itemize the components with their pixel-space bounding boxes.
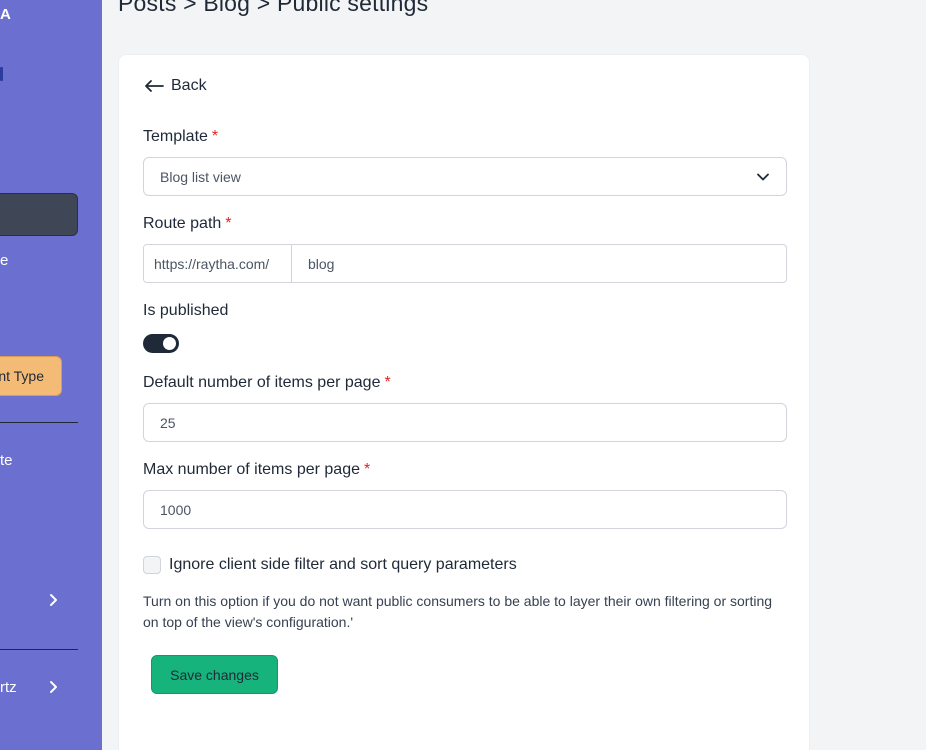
route-path-prefix: https://raytha.com/ bbox=[144, 245, 292, 282]
template-select[interactable]: Blog list view bbox=[143, 157, 787, 196]
route-path-label: Route path * bbox=[143, 215, 232, 232]
chevron-right-icon[interactable] bbox=[47, 680, 61, 694]
toggle-knob bbox=[163, 337, 176, 350]
max-items-input[interactable]: 1000 bbox=[143, 490, 787, 529]
chevron-right-icon[interactable] bbox=[47, 593, 61, 607]
required-marker: * bbox=[384, 374, 391, 391]
chevron-down-icon bbox=[757, 173, 769, 181]
sidebar-accent-mark bbox=[0, 67, 3, 81]
back-label: Back bbox=[171, 77, 207, 94]
is-published-toggle[interactable] bbox=[143, 334, 179, 353]
required-marker: * bbox=[225, 215, 232, 232]
sidebar-divider bbox=[0, 422, 78, 423]
sidebar-item-active[interactable] bbox=[0, 193, 78, 236]
route-path-input[interactable]: blog bbox=[292, 245, 786, 282]
route-path-group: https://raytha.com/ blog bbox=[143, 244, 787, 283]
sidebar-item-e[interactable]: e bbox=[0, 252, 8, 269]
create-content-type-button[interactable]: nt Type bbox=[0, 356, 62, 396]
page-title: Posts > Blog > Public settings bbox=[118, 0, 429, 16]
arrow-left-icon bbox=[145, 80, 164, 92]
public-settings-card: Back Template * Blog list view Route path… bbox=[118, 54, 810, 750]
template-label: Template * bbox=[143, 128, 219, 145]
max-items-label: Max number of items per page * bbox=[143, 461, 371, 478]
sidebar-divider bbox=[0, 649, 78, 650]
template-select-value: Blog list view bbox=[160, 168, 241, 185]
ignore-params-checkbox[interactable] bbox=[143, 556, 161, 574]
sidebar-brand: A bbox=[0, 6, 11, 23]
sidebar: A e nt Type te rtz bbox=[0, 0, 102, 750]
ignore-params-help: Turn on this option if you do not want p… bbox=[143, 593, 773, 630]
create-content-type-label: nt Type bbox=[0, 368, 44, 384]
max-items-value: 1000 bbox=[160, 501, 192, 518]
required-marker: * bbox=[211, 128, 219, 145]
sidebar-item-te[interactable]: te bbox=[0, 452, 13, 469]
back-link[interactable]: Back bbox=[143, 77, 207, 95]
default-items-label: Default number of items per page * bbox=[143, 374, 391, 391]
sidebar-item-user[interactable]: rtz bbox=[0, 679, 17, 696]
default-items-value: 25 bbox=[160, 414, 176, 431]
default-items-input[interactable]: 25 bbox=[143, 403, 787, 442]
ignore-params-label[interactable]: Ignore client side filter and sort query… bbox=[169, 556, 517, 574]
required-marker: * bbox=[364, 461, 371, 478]
save-changes-button[interactable]: Save changes bbox=[151, 655, 278, 694]
is-published-label: Is published bbox=[143, 302, 229, 319]
save-changes-label: Save changes bbox=[170, 666, 259, 683]
